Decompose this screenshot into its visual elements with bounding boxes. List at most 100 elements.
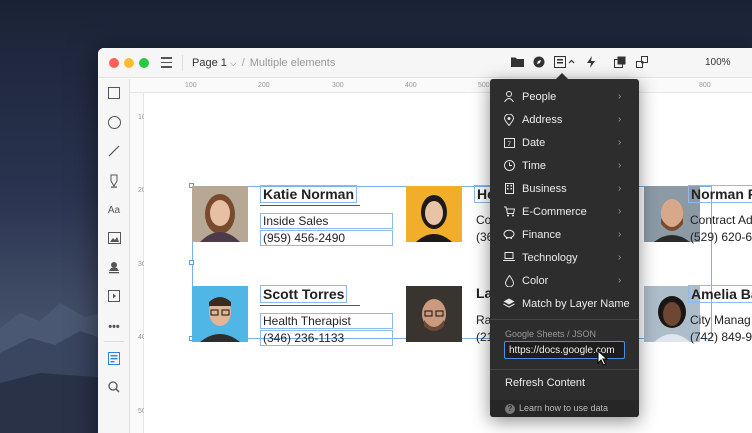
card-phone: (959) 456-2490 bbox=[260, 230, 393, 246]
avatar bbox=[406, 186, 462, 242]
location-pin-icon bbox=[503, 113, 515, 126]
ruler-label: 300 bbox=[332, 82, 344, 89]
menu-item-address[interactable]: Address › bbox=[490, 108, 639, 131]
card-role: Inside Sales bbox=[260, 213, 393, 229]
line-tool-icon[interactable] bbox=[106, 145, 122, 161]
chevron-right-icon: › bbox=[618, 252, 622, 263]
layers-icon bbox=[503, 298, 515, 310]
menu-item-label: Business bbox=[522, 182, 567, 195]
chevron-right-icon: › bbox=[618, 183, 622, 194]
refresh-content-button[interactable]: Refresh Content bbox=[505, 377, 585, 389]
menu-item-label: People bbox=[522, 90, 557, 103]
stamp-tool-icon[interactable] bbox=[106, 261, 122, 277]
clock-icon bbox=[503, 159, 515, 172]
zoom-level[interactable]: 100% bbox=[705, 57, 731, 68]
calendar-icon: 7 bbox=[503, 137, 515, 149]
compass-icon[interactable] bbox=[532, 56, 546, 70]
menu-item-label: Address bbox=[522, 113, 563, 126]
chevron-down-icon: ⌵ bbox=[229, 58, 237, 68]
chevron-right-icon: › bbox=[618, 275, 622, 286]
person-icon bbox=[503, 90, 515, 103]
menu-item-match-by-layer-name[interactable]: Match by Layer Name bbox=[490, 292, 639, 315]
folder-icon[interactable] bbox=[510, 56, 524, 70]
close-window-button[interactable] bbox=[109, 58, 119, 68]
avatar bbox=[192, 286, 248, 342]
building-icon bbox=[503, 182, 515, 195]
card-name: Amelia Ba bbox=[688, 285, 752, 303]
droplet-icon bbox=[503, 274, 515, 287]
card-role: City Manag bbox=[690, 313, 751, 327]
tool-divider bbox=[104, 341, 124, 342]
toolbar-divider bbox=[182, 55, 183, 71]
rectangle-tool-icon[interactable] bbox=[106, 87, 122, 103]
chevron-right-icon: › bbox=[618, 114, 622, 125]
minimize-window-button[interactable] bbox=[124, 58, 134, 68]
card-phone: (742) 849-9 bbox=[690, 330, 752, 344]
tool-sidebar: Aa ••• bbox=[98, 79, 130, 433]
name-underline bbox=[260, 205, 360, 206]
menu-item-label: Color bbox=[522, 274, 549, 287]
card-phone: (346) 236-1133 bbox=[260, 330, 393, 346]
card-phone: (529) 620-6 bbox=[690, 230, 752, 244]
app-window: Page 1 ⌵ / Multiple elements 100% Aa •••… bbox=[98, 48, 752, 433]
hamburger-menu-icon[interactable] bbox=[161, 57, 172, 68]
ruler-label: 200 bbox=[258, 82, 270, 89]
menu-item-label: Date bbox=[522, 136, 546, 149]
chevron-right-icon: › bbox=[618, 91, 622, 102]
breadcrumb: Page 1 ⌵ / Multiple elements bbox=[192, 57, 336, 69]
resize-handle[interactable] bbox=[189, 260, 194, 265]
menu-divider bbox=[490, 319, 639, 320]
symbol-icon[interactable] bbox=[635, 56, 649, 70]
menu-item-business[interactable]: Business › bbox=[490, 177, 639, 200]
search-icon[interactable] bbox=[106, 381, 122, 397]
menu-item-label: Finance bbox=[522, 228, 562, 241]
menu-item-finance[interactable]: Finance › bbox=[490, 223, 639, 246]
page-selector[interactable]: Page 1 ⌵ bbox=[192, 57, 237, 69]
ruler-label: 800 bbox=[699, 82, 711, 89]
lightning-icon[interactable] bbox=[584, 56, 598, 70]
ruler-label: 400 bbox=[405, 82, 417, 89]
avatar bbox=[406, 286, 462, 342]
avatar bbox=[192, 186, 248, 242]
menu-divider bbox=[490, 369, 639, 370]
zoom-window-button[interactable] bbox=[139, 58, 149, 68]
menu-item-ecommerce[interactable]: E-Commerce › bbox=[490, 200, 639, 223]
chevron-right-icon: › bbox=[618, 137, 622, 148]
menu-caret bbox=[556, 73, 568, 79]
menu-item-people[interactable]: People › bbox=[490, 85, 639, 108]
card-name: Norman F bbox=[688, 185, 752, 203]
section-label: Google Sheets / JSON bbox=[505, 329, 597, 339]
video-tool-icon[interactable] bbox=[106, 290, 122, 306]
menu-item-time[interactable]: Time › bbox=[490, 154, 639, 177]
pen-tool-icon[interactable] bbox=[106, 174, 122, 190]
mouse-cursor-icon bbox=[597, 350, 609, 366]
menu-item-date[interactable]: 7 Date › bbox=[490, 131, 639, 154]
name-underline bbox=[260, 305, 360, 306]
oval-tool-icon[interactable] bbox=[106, 116, 122, 132]
duplicate-icon[interactable] bbox=[613, 56, 627, 70]
card-role: Health Therapist bbox=[260, 313, 393, 329]
help-link[interactable]: ? Learn how to use data bbox=[505, 403, 608, 414]
data-panel-icon[interactable] bbox=[106, 352, 122, 368]
vertical-ruler: 100 200 300 400 500 bbox=[130, 93, 150, 433]
piggy-bank-icon bbox=[503, 229, 515, 241]
menu-item-label: Time bbox=[522, 159, 547, 172]
design-canvas[interactable]: Katie Norman Inside Sales (959) 456-2490… bbox=[144, 93, 752, 433]
more-tools-icon[interactable]: ••• bbox=[106, 319, 122, 335]
ruler-label: 500 bbox=[478, 82, 490, 89]
cart-icon bbox=[503, 206, 515, 218]
help-footer: ? Learn how to use data bbox=[490, 400, 639, 417]
desktop-mountains bbox=[0, 303, 110, 433]
data-plugin-icon[interactable] bbox=[554, 56, 576, 70]
ruler-label: 100 bbox=[185, 82, 197, 89]
menu-item-color[interactable]: Color › bbox=[490, 269, 639, 292]
menu-item-label: Match by Layer Name bbox=[522, 297, 630, 310]
horizontal-ruler: 100 200 300 400 500 600 700 800 bbox=[130, 79, 752, 93]
chevron-right-icon: › bbox=[618, 160, 622, 171]
menu-item-label: Technology bbox=[522, 251, 578, 264]
menu-item-technology[interactable]: Technology › bbox=[490, 246, 639, 269]
chevron-right-icon: › bbox=[618, 229, 622, 240]
text-tool-icon[interactable]: Aa bbox=[106, 203, 122, 219]
data-dropdown-menu: People › Address › 7 Date › Time › Busin… bbox=[490, 73, 639, 417]
image-tool-icon[interactable] bbox=[106, 232, 122, 248]
